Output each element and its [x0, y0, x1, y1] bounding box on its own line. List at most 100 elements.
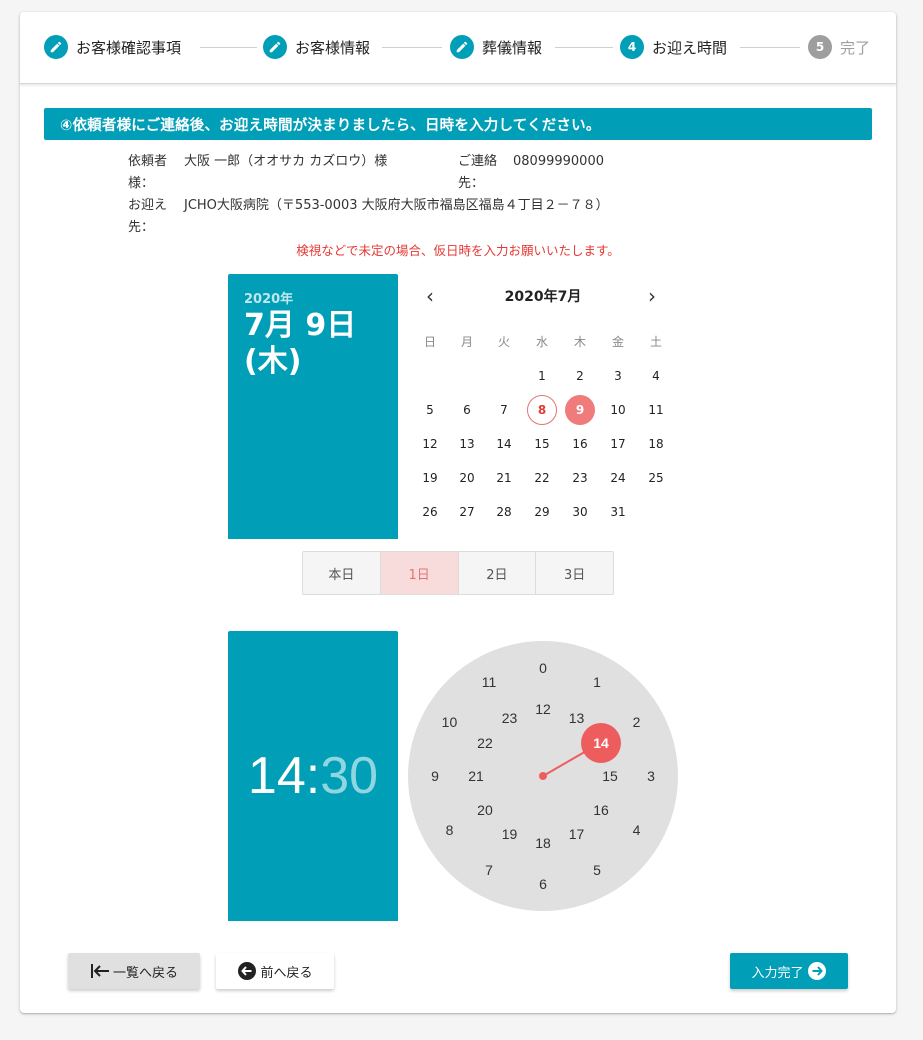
clock-hour[interactable]: 17: [562, 824, 592, 844]
step-customer-info[interactable]: お客様情報: [263, 35, 370, 59]
clock-hour-selected[interactable]: 14: [581, 722, 622, 763]
clock-hour[interactable]: 7: [474, 860, 504, 880]
calendar-day[interactable]: 30: [565, 497, 595, 527]
calendar-day[interactable]: 1: [527, 361, 557, 391]
step-label: お迎え時間: [652, 38, 728, 57]
label-line: 依頼者: [128, 154, 168, 169]
clock-hour[interactable]: 13: [562, 708, 592, 728]
calendar-day[interactable]: 26: [415, 497, 445, 527]
calendar-day[interactable]: 31: [603, 497, 633, 527]
time-hour[interactable]: 14: [248, 746, 306, 806]
clock-hour[interactable]: 18: [528, 833, 558, 853]
step-connector: [382, 47, 442, 48]
calendar-day[interactable]: 3: [603, 361, 633, 391]
clock-hour[interactable]: 3: [636, 766, 666, 786]
calendar-day[interactable]: 17: [603, 429, 633, 459]
calendar-day[interactable]: 21: [489, 463, 519, 493]
weekday-header: 火: [497, 334, 510, 349]
calendar-day[interactable]: 8: [527, 395, 557, 425]
calendar-day[interactable]: 19: [415, 463, 445, 493]
clock-hour[interactable]: 15: [595, 766, 625, 786]
calendar-day[interactable]: 27: [452, 497, 482, 527]
clock-hour[interactable]: 16: [586, 800, 616, 820]
time-separator: :: [305, 747, 321, 805]
clock-hour[interactable]: 23: [495, 708, 525, 728]
selected-year[interactable]: 2020年: [244, 288, 382, 307]
step-label: 完了: [840, 38, 871, 57]
step-customer-confirmation[interactable]: お客様確認事項: [44, 35, 181, 59]
step-pickup-time[interactable]: 4 お迎え時間: [620, 35, 727, 59]
step-number-badge: 4: [620, 35, 644, 59]
selected-time-panel: 14:30: [228, 631, 398, 921]
label-line: 先：: [128, 220, 155, 235]
button-label: 入力完了: [751, 965, 804, 981]
requester-value: 大阪 一郎（オオサカ カズロウ）様: [184, 154, 388, 169]
label-line: 先：: [458, 176, 485, 191]
clock-hour[interactable]: 5: [582, 860, 612, 880]
calendar-day[interactable]: 4: [641, 361, 671, 391]
clock-hour[interactable]: 9: [420, 766, 450, 786]
calendar-day[interactable]: 23: [565, 463, 595, 493]
clock-hour[interactable]: 19: [495, 824, 525, 844]
weekday-header: 木: [573, 334, 586, 349]
clock-hour[interactable]: 0: [528, 658, 558, 678]
selected-weekday: (木): [244, 344, 302, 379]
calendar-day[interactable]: 18: [641, 429, 671, 459]
time-minute[interactable]: 30: [320, 746, 378, 806]
calendar-day[interactable]: 25: [641, 463, 671, 493]
clock-hour[interactable]: 12: [528, 699, 558, 719]
pickup-value: JCHO大阪病院（〒553-0003 大阪府大阪市福島区福島４丁目２－７８）: [184, 198, 609, 213]
clock-hour[interactable]: 4: [622, 820, 652, 840]
clock-hour[interactable]: 20: [470, 800, 500, 820]
prev-button[interactable]: 前へ戻る: [216, 953, 334, 989]
arrow-to-left-icon: [90, 962, 110, 980]
calendar-day[interactable]: 28: [489, 497, 519, 527]
clock-hour[interactable]: 2: [622, 712, 652, 732]
instruction-banner: ④依頼者様にご連絡後、お迎え時間が決まりましたら、日時を入力してください。: [44, 108, 872, 140]
calendar-day[interactable]: 22: [527, 463, 557, 493]
step-connector: [740, 47, 800, 48]
quick-1day-button[interactable]: 1日: [380, 552, 459, 594]
input-complete-button[interactable]: 入力完了: [730, 953, 848, 989]
calendar-day[interactable]: 7: [489, 395, 519, 425]
clock-hour[interactable]: 21: [461, 766, 491, 786]
step-connector: [200, 47, 257, 48]
calendar-day[interactable]: 20: [452, 463, 482, 493]
quick-3day-button[interactable]: 3日: [536, 552, 613, 594]
calendar-day[interactable]: 12: [415, 429, 445, 459]
clock-hour[interactable]: 11: [474, 672, 504, 692]
calendar-day[interactable]: 14: [489, 429, 519, 459]
clock-hour[interactable]: 22: [470, 733, 500, 753]
clock-hour[interactable]: 1: [582, 672, 612, 692]
chevron-left-icon[interactable]: ‹: [426, 286, 434, 306]
calendar-day[interactable]: 15: [527, 429, 557, 459]
pencil-icon: [450, 35, 474, 59]
pencil-icon: [44, 35, 68, 59]
back-to-list-button[interactable]: 一覧へ戻る: [68, 953, 200, 989]
selected-date: 7月 9日: [244, 308, 357, 343]
quick-today-button[interactable]: 本日: [303, 552, 381, 594]
tentative-date-note: 検視などで未定の場合、仮日時を入力お願いいたします。: [296, 243, 620, 258]
calendar-day[interactable]: 6: [452, 395, 482, 425]
pencil-icon: [263, 35, 287, 59]
calendar-month-title: 2020年7月: [504, 289, 582, 305]
calendar-day[interactable]: 11: [641, 395, 671, 425]
calendar-day[interactable]: 29: [527, 497, 557, 527]
calendar-day[interactable]: 10: [603, 395, 633, 425]
calendar-day[interactable]: 13: [452, 429, 482, 459]
arrow-circle-right-icon: [807, 961, 827, 981]
chevron-right-icon[interactable]: ›: [648, 286, 656, 306]
clock-hour[interactable]: 8: [434, 820, 464, 840]
hour-clock-dial[interactable]: 0 1 2 3 4 5 6 7 8 9 10 11 12 13 14 15 16 17 18 19 20 21 22 23: [408, 641, 678, 911]
calendar-day[interactable]: 24: [603, 463, 633, 493]
step-label: お客様情報: [295, 38, 371, 57]
label-line: お迎え: [128, 198, 168, 213]
calendar-day[interactable]: 2: [565, 361, 595, 391]
calendar-day[interactable]: 5: [415, 395, 445, 425]
quick-2day-button[interactable]: 2日: [458, 552, 537, 594]
clock-hour[interactable]: 10: [434, 712, 464, 732]
calendar-day[interactable]: 16: [565, 429, 595, 459]
calendar-day[interactable]: 9: [565, 395, 595, 425]
clock-hour[interactable]: 6: [528, 874, 558, 894]
step-funeral-info[interactable]: 葬儀情報: [450, 35, 542, 59]
